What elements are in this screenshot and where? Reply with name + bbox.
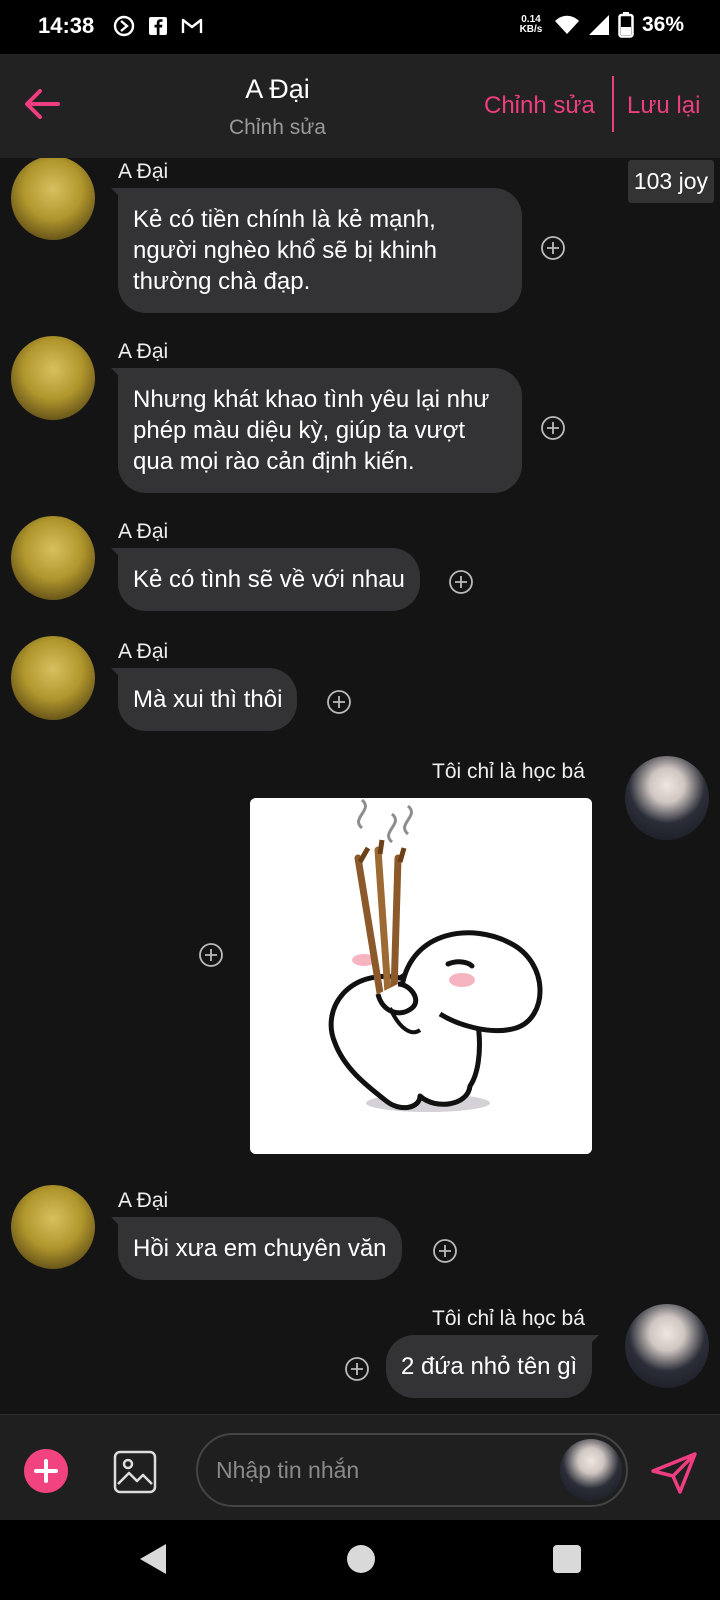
message-line: thường chà đạp. bbox=[133, 268, 311, 295]
message-list[interactable]: 103 joy A Đại Kẻ có tiền chính là kẻ mạn… bbox=[0, 158, 720, 1414]
sender-name: A Đại bbox=[118, 640, 169, 663]
add-reaction-icon[interactable] bbox=[540, 415, 566, 441]
battery-icon bbox=[618, 12, 634, 38]
message-line: Nhưng khát khao tình yêu lại như bbox=[133, 386, 490, 413]
add-reaction-icon[interactable] bbox=[198, 942, 224, 968]
message-composer bbox=[0, 1414, 720, 1520]
nav-recents-icon[interactable] bbox=[553, 1545, 581, 1573]
speed-unit: KB/s bbox=[519, 24, 543, 35]
message-line: 2 đứa nhỏ tên gì bbox=[401, 1353, 578, 1380]
add-reaction-icon[interactable] bbox=[326, 689, 352, 715]
avatar[interactable] bbox=[11, 636, 95, 720]
nav-home-icon[interactable] bbox=[347, 1545, 375, 1573]
network-speed: 0.14 KB/s bbox=[516, 15, 546, 35]
message-bubble[interactable]: Kẻ có tiền chính là kẻ mạnh, người nghèo… bbox=[118, 188, 522, 313]
save-button[interactable]: Lưu lại bbox=[627, 92, 700, 120]
add-reaction-icon[interactable] bbox=[448, 569, 474, 595]
avatar[interactable] bbox=[11, 1185, 95, 1269]
message-line: phép màu diệu kỳ, giúp ta vượt bbox=[133, 417, 465, 444]
sticker-image[interactable] bbox=[250, 798, 592, 1154]
image-picker-icon[interactable] bbox=[112, 1449, 158, 1495]
add-reaction-icon[interactable] bbox=[540, 235, 566, 261]
joy-badge: 103 joy bbox=[627, 160, 714, 203]
status-time: 14:38 bbox=[38, 13, 95, 38]
message-input[interactable] bbox=[216, 1451, 536, 1489]
sender-name: A Đại bbox=[118, 160, 169, 183]
message-bubble[interactable]: Kẻ có tình sẽ về với nhau bbox=[118, 548, 420, 611]
status-bar: 14:38 0.14 KB/s 36% bbox=[0, 0, 720, 54]
facebook-icon bbox=[149, 17, 167, 35]
wifi-icon bbox=[554, 15, 579, 34]
incense-character-sticker bbox=[250, 798, 592, 1154]
battery-percent: 36% bbox=[641, 13, 684, 36]
message-bubble[interactable]: 2 đứa nhỏ tên gì bbox=[386, 1335, 593, 1398]
message-bubble[interactable]: Hồi xưa em chuyên văn bbox=[118, 1217, 402, 1280]
message-input-wrapper[interactable] bbox=[196, 1433, 628, 1507]
nav-back-icon[interactable] bbox=[136, 1542, 170, 1576]
page-title: A Đại bbox=[245, 74, 310, 104]
sender-name: Tôi chỉ là học bá bbox=[432, 760, 585, 783]
gmail-icon bbox=[181, 18, 203, 33]
avatar[interactable] bbox=[11, 516, 95, 600]
sender-name: Tôi chỉ là học bá bbox=[432, 1307, 585, 1330]
sender-name: A Đại bbox=[118, 520, 169, 543]
message-line: Mà xui thì thôi bbox=[133, 686, 283, 713]
send-icon[interactable] bbox=[650, 1451, 698, 1495]
system-nav-bar bbox=[0, 1520, 720, 1600]
edit-button[interactable]: Chỉnh sửa bbox=[484, 92, 595, 120]
vpn-icon bbox=[113, 15, 135, 37]
signal-icon bbox=[588, 15, 609, 35]
message-bubble[interactable]: Mà xui thì thôi bbox=[118, 668, 298, 731]
message-line: Kẻ có tiền chính là kẻ mạnh, bbox=[133, 206, 436, 233]
chat-header: A Đại Chỉnh sửa Chỉnh sửa Lưu lại bbox=[0, 54, 720, 158]
message-line: Hồi xưa em chuyên văn bbox=[133, 1235, 387, 1262]
input-avatar[interactable] bbox=[560, 1439, 622, 1501]
add-attachment-button[interactable] bbox=[24, 1449, 68, 1493]
avatar[interactable] bbox=[11, 158, 95, 240]
sender-name: A Đại bbox=[118, 340, 169, 363]
message-bubble[interactable]: Nhưng khát khao tình yêu lại như phép mà… bbox=[118, 368, 522, 493]
sender-name: A Đại bbox=[118, 1189, 169, 1212]
avatar[interactable] bbox=[625, 756, 709, 840]
page-subtitle: Chỉnh sửa bbox=[229, 116, 326, 139]
message-line: người nghèo khổ sẽ bị khinh bbox=[133, 237, 438, 264]
add-reaction-icon[interactable] bbox=[432, 1238, 458, 1264]
avatar[interactable] bbox=[11, 336, 95, 420]
message-line: Kẻ có tình sẽ về với nhau bbox=[133, 566, 405, 593]
add-reaction-icon[interactable] bbox=[344, 1356, 370, 1382]
message-line: qua mọi rào cản định kiến. bbox=[133, 448, 415, 475]
header-divider bbox=[612, 76, 614, 132]
avatar[interactable] bbox=[625, 1304, 709, 1388]
